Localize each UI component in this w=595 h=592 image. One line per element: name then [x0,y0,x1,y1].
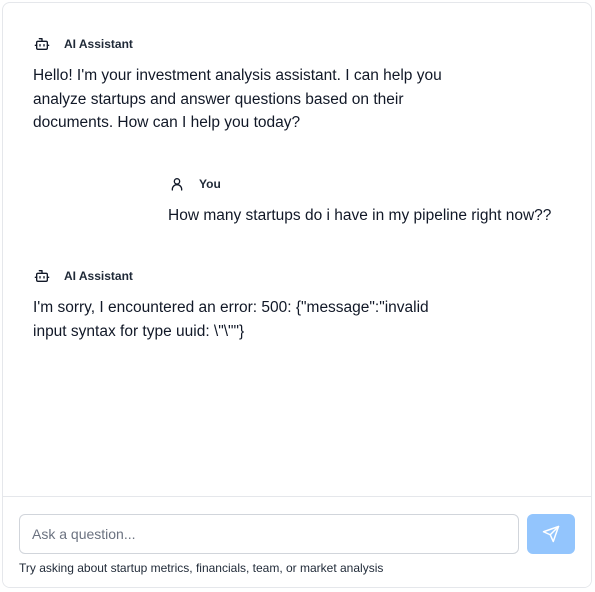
bot-icon [33,35,51,53]
send-icon [542,525,560,543]
assistant-message: AI Assistant Hello! I'm your investment … [33,34,463,135]
chat-panel: AI Assistant Hello! I'm your investment … [2,2,592,588]
message-header: You [168,174,578,194]
message-header: AI Assistant [33,266,463,286]
message-text: Hello! I'm your investment analysis assi… [33,67,447,131]
message-author: AI Assistant [64,37,133,51]
composer-hint: Try asking about startup metrics, financ… [19,561,384,575]
message-header: AI Assistant [33,34,463,54]
assistant-message: AI Assistant I'm sorry, I encountered an… [33,266,463,343]
user-icon [168,175,186,193]
message-text: I'm sorry, I encountered an error: 500: … [33,299,433,340]
bot-icon [33,267,51,285]
message-text: How many startups do i have in my pipeli… [168,207,552,224]
message-author: AI Assistant [64,269,133,283]
chat-composer: Try asking about startup metrics, financ… [3,496,591,587]
user-message: You How many startups do i have in my pi… [168,174,578,228]
message-author: You [199,177,221,191]
question-input[interactable] [19,514,519,554]
message-list: AI Assistant Hello! I'm your investment … [3,3,591,496]
send-button[interactable] [527,514,575,554]
